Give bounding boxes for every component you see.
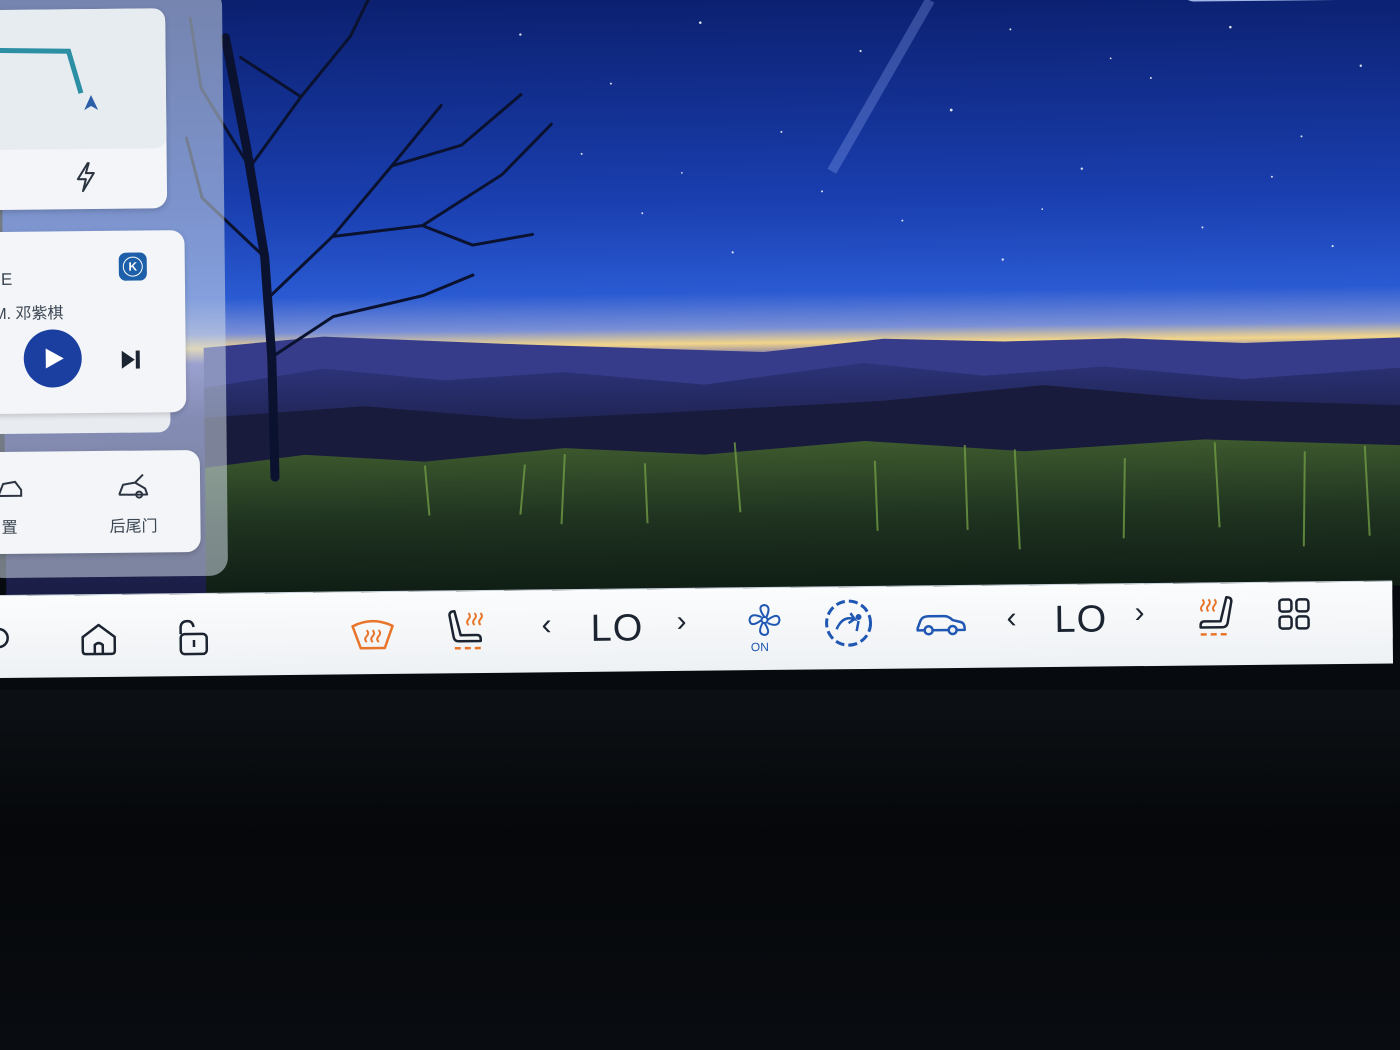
unlock-icon[interactable] <box>172 618 212 658</box>
left-temp-decrease-button[interactable]: ‹ <box>541 608 551 642</box>
shortcut-label: 置 <box>1 519 18 538</box>
source-badge: K <box>122 256 143 277</box>
apps-grid-icon[interactable] <box>1276 596 1312 632</box>
route-map <box>0 8 167 151</box>
play-icon <box>45 348 64 369</box>
seat-heat-icon[interactable] <box>1190 593 1234 639</box>
car-screen: E M. 邓紫棋 K 置 后尾门 ‹ LO › ON ‹ LO › <box>0 0 1400 690</box>
song-title: E <box>0 269 13 290</box>
shortcut-card: 置 后尾门 <box>0 449 201 555</box>
rear-defrost-icon[interactable] <box>348 614 396 655</box>
left-temp-increase-button[interactable]: › <box>676 605 686 639</box>
climate-dock: ‹ LO › ON ‹ LO › <box>0 581 1394 679</box>
tailgate-icon <box>118 473 149 499</box>
right-temperature: LO <box>1054 598 1108 641</box>
artist-name: M. 邓紫棋 <box>0 305 64 324</box>
play-button[interactable] <box>23 329 83 388</box>
next-track-icon[interactable] <box>120 349 144 371</box>
lightning-icon[interactable] <box>74 161 98 193</box>
car-outline-icon[interactable] <box>914 608 966 639</box>
k-app-icon[interactable]: K <box>118 252 147 281</box>
screen-bezel <box>0 690 1400 1050</box>
fan-button[interactable]: ON <box>744 602 785 656</box>
fan-status: ON <box>750 639 769 655</box>
shortcut-label: 后尾门 <box>109 518 158 536</box>
navigation-arrow-icon <box>84 95 99 111</box>
fan-icon <box>748 604 781 637</box>
music-card[interactable]: E M. 邓紫棋 K <box>0 230 187 415</box>
music-card-stack <box>0 410 171 435</box>
shortcut-vehicle[interactable]: 置 <box>0 476 25 537</box>
car-icon <box>0 480 23 498</box>
right-temp-decrease-button[interactable]: ‹ <box>1006 601 1016 635</box>
partial-icon[interactable] <box>0 626 13 650</box>
home-icon[interactable] <box>79 621 119 659</box>
air-recirculation-icon[interactable] <box>822 597 875 650</box>
left-temperature: LO <box>590 607 644 650</box>
seat-heat-icon[interactable] <box>446 607 490 653</box>
navigation-card[interactable] <box>0 8 168 211</box>
right-temp-increase-button[interactable]: › <box>1134 596 1144 630</box>
